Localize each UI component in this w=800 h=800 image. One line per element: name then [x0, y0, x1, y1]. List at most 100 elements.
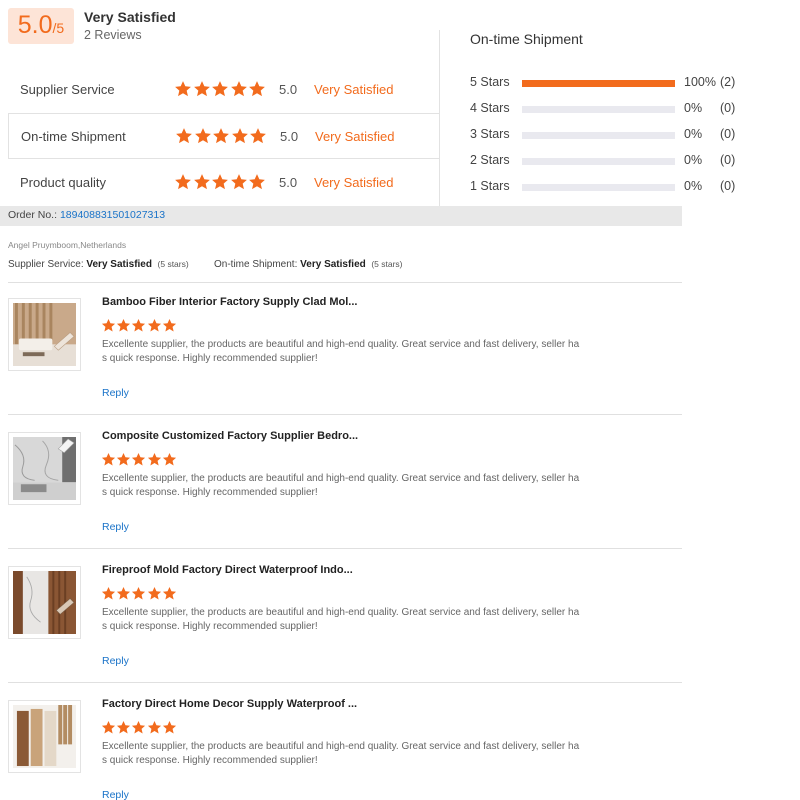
product-title-link[interactable]: Factory Direct Home Decor Supply Waterpr… — [102, 698, 357, 710]
distribution-bar — [522, 184, 675, 191]
star-icon — [211, 80, 229, 98]
star-icon — [116, 720, 131, 735]
supplier-service-value: Very Satisfied — [86, 259, 152, 270]
distribution-bar — [522, 158, 675, 165]
distribution-count: (0) — [720, 127, 736, 141]
supplier-service-stars: (5 stars) — [157, 259, 189, 269]
product-thumbnail[interactable] — [8, 566, 81, 639]
shipment-value: Very Satisfied — [300, 259, 366, 270]
rating-score: 5.0 — [279, 174, 298, 190]
overall-rating-text: Very Satisfied — [84, 9, 176, 25]
product-review-item: Fireproof Mold Factory Direct Waterproof… — [8, 550, 682, 682]
star-icon — [147, 452, 162, 467]
product-rating-stars — [101, 318, 177, 333]
reply-link[interactable]: Reply — [102, 655, 129, 667]
rating-text: Very Satisfied — [314, 81, 394, 97]
distribution-row-4-stars: 4 Stars 0% (0) — [470, 100, 790, 118]
product-title-link[interactable]: Fireproof Mold Factory Direct Waterproof… — [102, 564, 353, 576]
star-icon — [248, 173, 266, 191]
distribution-percent: 0% — [684, 101, 703, 115]
star-icon — [231, 127, 249, 145]
order-bar: Order No.: 189408831501027313 — [0, 206, 682, 226]
reply-link[interactable]: Reply — [102, 789, 129, 800]
star-icon — [101, 318, 116, 333]
star-icon — [101, 452, 116, 467]
distribution-row-3-stars: 3 Stars 0% (0) — [470, 126, 790, 144]
order-label: Order No.: — [8, 209, 58, 221]
rating-label: Supplier Service — [20, 81, 115, 97]
product-rating-stars — [101, 452, 177, 467]
divider — [8, 682, 682, 683]
product-title-link[interactable]: Composite Customized Factory Supplier Be… — [102, 430, 358, 442]
star-icon — [174, 80, 192, 98]
star-icon — [101, 586, 116, 601]
rating-label: Product quality — [20, 174, 106, 190]
marble-wall-panels-image — [13, 437, 76, 500]
distribution-label: 2 Stars — [470, 153, 510, 167]
reply-link[interactable]: Reply — [102, 387, 129, 399]
distribution-bar-fill — [522, 80, 675, 87]
star-icon — [248, 80, 266, 98]
star-icon — [101, 720, 116, 735]
star-icon — [116, 586, 131, 601]
shipment-stars: (5 stars) — [371, 259, 403, 269]
star-icon — [212, 127, 230, 145]
star-icon — [193, 173, 211, 191]
star-icon — [193, 80, 211, 98]
star-icon — [116, 452, 131, 467]
reviewer-name: Angel Pruymboom,Netherlands — [8, 240, 127, 250]
supplier-service-label: Supplier Service: — [8, 259, 84, 270]
product-review-item: Factory Direct Home Decor Supply Waterpr… — [8, 684, 682, 800]
distribution-bar — [522, 106, 675, 113]
distribution-percent: 100% — [684, 75, 716, 89]
wood-marble-panels-image — [13, 571, 76, 634]
star-icon — [131, 452, 146, 467]
product-thumbnail[interactable] — [8, 432, 81, 505]
distribution-count: (2) — [720, 75, 736, 89]
distribution-count: (0) — [720, 179, 736, 193]
distribution-label: 1 Stars — [470, 179, 510, 193]
star-icon — [162, 452, 177, 467]
rating-score: 5.0 — [280, 128, 299, 144]
star-icon — [162, 586, 177, 601]
rating-text: Very Satisfied — [314, 174, 394, 190]
star-icon — [162, 720, 177, 735]
review-text: Excellente supplier, the products are be… — [102, 741, 580, 766]
star-icon — [175, 127, 193, 145]
rating-stars — [174, 173, 267, 191]
product-title-link[interactable]: Bamboo Fiber Interior Factory Supply Cla… — [102, 296, 357, 308]
star-icon — [116, 318, 131, 333]
rating-stars — [174, 80, 267, 98]
supplier-service-summary: Supplier Service: Very Satisfied (5 star… — [8, 259, 189, 270]
distribution-label: 4 Stars — [470, 101, 510, 115]
overall-score: 5.0 — [17, 11, 53, 39]
star-icon — [147, 318, 162, 333]
fluted-wood-panels-image — [13, 705, 76, 768]
star-icon — [131, 586, 146, 601]
product-rating-stars — [101, 720, 177, 735]
rating-row-on-time-shipment[interactable]: On-time Shipment 5.0 Very Satisfied — [8, 113, 440, 159]
divider — [8, 548, 682, 549]
review-text: Excellente supplier, the products are be… — [102, 339, 580, 364]
star-icon — [174, 173, 192, 191]
rating-row-product-quality: Product quality 5.0 Very Satisfied — [8, 159, 440, 205]
product-thumbnail[interactable] — [8, 298, 81, 371]
shipment-summary: On-time Shipment: Very Satisfied (5 star… — [214, 259, 402, 270]
product-thumbnail[interactable] — [8, 700, 81, 773]
distribution-row-1-stars: 1 Stars 0% (0) — [470, 178, 790, 196]
star-icon — [230, 173, 248, 191]
distribution-percent: 0% — [684, 179, 703, 193]
reply-link[interactable]: Reply — [102, 521, 129, 533]
rating-stars — [175, 127, 268, 145]
review-count: 2 Reviews — [84, 28, 142, 42]
distribution-bar — [522, 80, 675, 87]
shipment-label: On-time Shipment: — [214, 259, 298, 270]
rating-row-supplier-service: Supplier Service 5.0 Very Satisfied — [8, 66, 440, 112]
star-icon — [147, 720, 162, 735]
living-room-wall-panels-image — [13, 303, 76, 366]
star-icon — [194, 127, 212, 145]
star-icon — [131, 720, 146, 735]
order-number-link[interactable]: 189408831501027313 — [60, 209, 165, 221]
distribution-row-2-stars: 2 Stars 0% (0) — [470, 152, 790, 170]
product-review-item: Composite Customized Factory Supplier Be… — [8, 416, 682, 548]
